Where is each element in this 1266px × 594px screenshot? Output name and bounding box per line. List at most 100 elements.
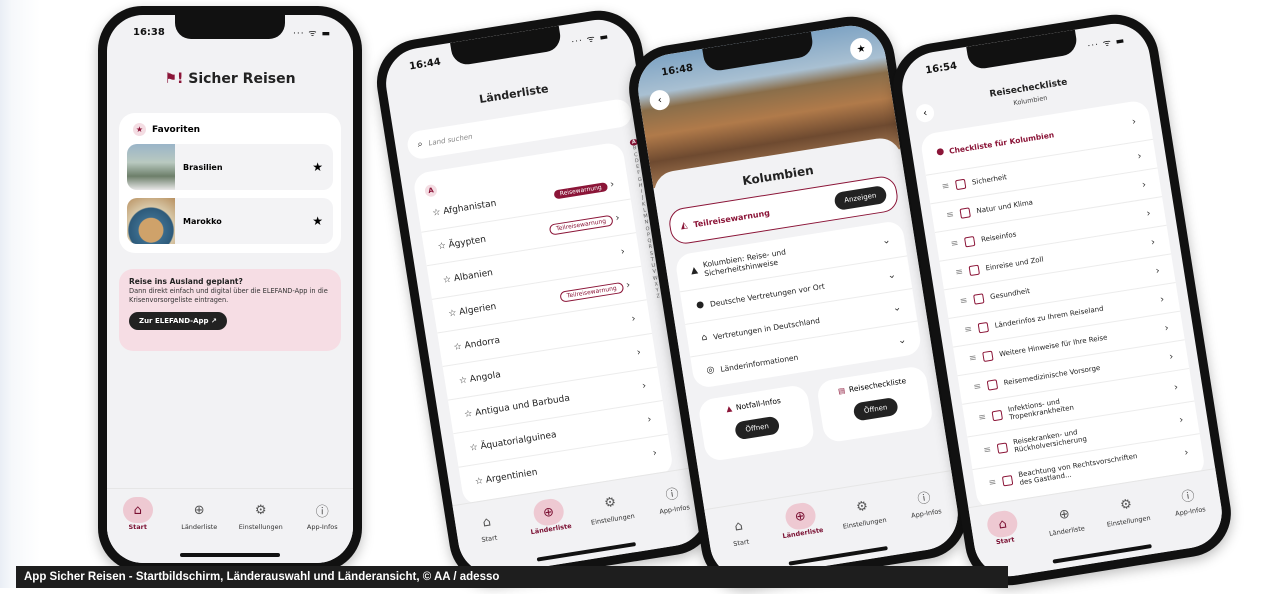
star-outline-icon[interactable]: ☆: [464, 409, 474, 420]
tab-einstellungen[interactable]: ⚙ Einstellungen: [235, 497, 287, 532]
tab-laenderliste[interactable]: ⊕ Länderliste: [521, 495, 578, 537]
favorites-card: ★ Favoriten Brasilien ★ Marokko ★: [119, 113, 341, 253]
checkbox[interactable]: [972, 293, 985, 305]
item-label: Sicherheit: [971, 173, 1008, 187]
drag-handle-icon[interactable]: ≡: [978, 412, 987, 423]
tab-label: Einstellungen: [842, 515, 888, 531]
star-outline-icon[interactable]: ☆: [469, 442, 479, 453]
tab-label: Länderliste: [1048, 524, 1086, 538]
elefand-app-button[interactable]: Zur ELEFAND-App ↗: [129, 311, 227, 330]
tab-einstellungen[interactable]: ⚙ Einstellungen: [834, 490, 891, 532]
tab-start[interactable]: ⌂ Start: [711, 509, 768, 551]
tab-start[interactable]: ⌂ Start: [975, 507, 1032, 549]
tab-label: Länderliste: [181, 523, 218, 531]
notfall-icon: ▲: [725, 403, 733, 414]
checkliste-open-button[interactable]: Öffnen: [852, 396, 899, 422]
tab-einstellungen[interactable]: ⚙ Einstellungen: [582, 486, 639, 528]
app-header: ⚑! Sicher Reisen: [107, 71, 353, 87]
notfall-open-button[interactable]: Öffnen: [734, 415, 781, 441]
chevron-right-icon: ›: [625, 279, 632, 292]
star-outline-icon[interactable]: ☆: [432, 207, 442, 218]
country-name: Angola: [469, 369, 502, 385]
home-icon: ⌂: [985, 508, 1020, 540]
checkbox[interactable]: [977, 321, 989, 334]
anzeigen-button[interactable]: Anzeigen: [833, 184, 888, 211]
tab-label: Länderliste: [781, 525, 824, 541]
drag-handle-icon[interactable]: ≡: [946, 210, 955, 221]
info-icon: ⓘ: [315, 504, 329, 520]
favorite-item-brasilien[interactable]: Brasilien ★: [127, 144, 333, 190]
tab-start[interactable]: ⌂ Start: [112, 497, 164, 531]
drag-handle-icon[interactable]: ≡: [988, 478, 997, 489]
drag-handle-icon[interactable]: ≡: [959, 296, 968, 307]
status-time: 16:44: [408, 56, 442, 73]
checkbox[interactable]: [996, 442, 1008, 454]
tab-laenderliste[interactable]: ⊕ Länderliste: [1037, 497, 1094, 539]
chevron-right-icon: ›: [609, 179, 616, 191]
star-outline-icon[interactable]: ☆: [474, 476, 484, 487]
chevron-right-icon: ›: [630, 313, 637, 325]
tab-laenderliste[interactable]: ⊕ Länderliste: [173, 497, 225, 532]
favorites-icon: ★: [133, 123, 146, 136]
tab-app-infos[interactable]: ⓘ App-Infos: [896, 480, 953, 522]
image-caption: App Sicher Reisen - Startbildschirm, Län…: [16, 566, 1008, 588]
checkbox[interactable]: [986, 379, 998, 391]
checkbox[interactable]: [963, 236, 976, 248]
chevron-down-icon: ⌄: [886, 268, 897, 282]
status-icons: ··· ᯤ ▬: [292, 29, 331, 39]
drag-handle-icon[interactable]: ≡: [968, 353, 977, 364]
drag-handle-icon[interactable]: ≡: [941, 181, 950, 192]
checkbox[interactable]: [968, 264, 980, 277]
chevron-right-icon: ›: [1145, 207, 1152, 220]
tab-einstellungen[interactable]: ⚙ Einstellungen: [1098, 488, 1155, 530]
star-outline-icon[interactable]: ☆: [442, 274, 452, 285]
drag-handle-icon[interactable]: ≡: [973, 382, 982, 393]
chevron-right-icon: ›: [1136, 150, 1143, 162]
search-icon: ⌕: [416, 139, 424, 151]
country-content: Kolumbien ◭ Teilreisewarnung Anzeigen ▲ Ko…: [651, 135, 953, 519]
home-icon: ⌂: [122, 497, 153, 523]
chevron-down-icon: ⌄: [897, 334, 908, 347]
checkbox[interactable]: [959, 207, 971, 219]
country-name: Ägypten: [447, 234, 487, 251]
chevron-right-icon: ›: [1150, 236, 1156, 248]
checkbox[interactable]: [954, 178, 966, 191]
tab-label: Start: [480, 533, 498, 545]
star-outline-icon[interactable]: ☆: [448, 308, 458, 319]
star-outline-icon[interactable]: ☆: [458, 375, 468, 386]
star-icon: ★: [855, 42, 867, 56]
drag-handle-icon[interactable]: ≡: [955, 267, 964, 278]
star-icon[interactable]: ★: [312, 160, 323, 174]
checkbox[interactable]: [1001, 475, 1013, 487]
home-icon: ⌂: [481, 513, 492, 531]
drag-handle-icon[interactable]: ≡: [950, 239, 959, 250]
chevron-right-icon: ›: [1178, 414, 1185, 426]
drag-handle-icon[interactable]: ≡: [964, 324, 973, 335]
drag-handle-icon[interactable]: ≡: [983, 445, 992, 456]
tab-label: Länderliste: [530, 521, 573, 537]
promo-title: Reise ins Ausland geplant?: [129, 277, 243, 286]
tab-laenderliste[interactable]: ⊕ Länderliste: [773, 499, 830, 541]
country-name: Antigua und Barbuda: [474, 393, 571, 418]
alphabet-letter[interactable]: Z: [656, 293, 660, 300]
chevron-right-icon: ›: [1141, 179, 1147, 191]
tab-app-infos[interactable]: ⓘ App-Infos: [296, 497, 348, 532]
item-label: Reisemedizinische Vorsorge: [1003, 363, 1101, 388]
star-outline-icon[interactable]: ☆: [437, 241, 447, 252]
checkliste-card: ▤ Reisecheckliste Öffnen: [815, 365, 935, 444]
star-icon[interactable]: ★: [312, 214, 323, 228]
checkbox[interactable]: [991, 409, 1003, 422]
favorite-item-marokko[interactable]: Marokko ★: [127, 198, 333, 244]
section-label: Vertretungen in Deutschland: [712, 315, 821, 342]
app-title: Sicher Reisen: [188, 71, 296, 87]
notch: [175, 15, 285, 39]
checkbox[interactable]: [981, 350, 994, 363]
star-outline-icon[interactable]: ☆: [453, 341, 463, 352]
home-icon: ⌂: [733, 518, 744, 535]
chevron-right-icon: ›: [641, 380, 648, 392]
tab-start[interactable]: ⌂ Start: [459, 505, 516, 547]
promo-card: Reise ins Ausland geplant? Dann direkt e…: [119, 269, 341, 351]
tab-app-infos[interactable]: ⓘ App-Infos: [1160, 478, 1217, 520]
status-icons: ··· ᯤ ▬: [570, 31, 610, 48]
tab-label: App-Infos: [910, 507, 943, 520]
